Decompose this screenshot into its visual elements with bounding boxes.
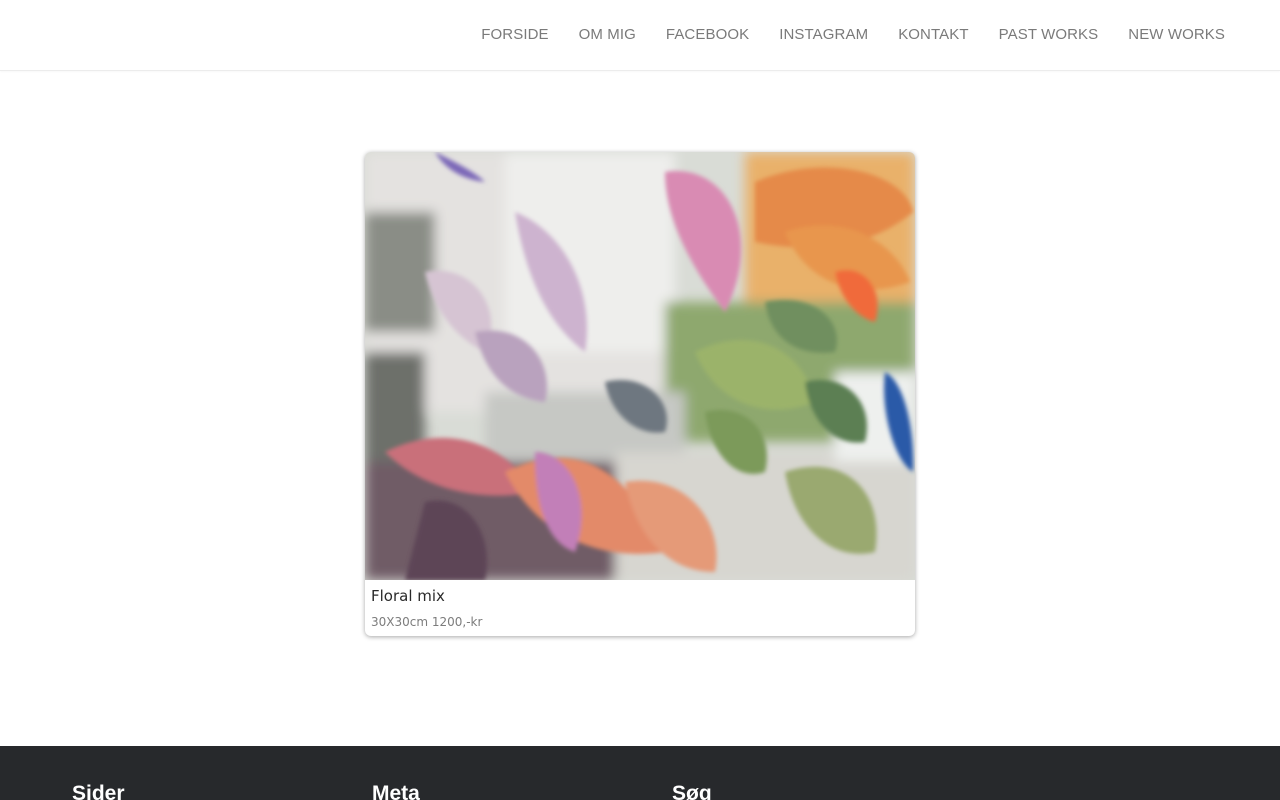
artwork-image[interactable] — [365, 152, 915, 580]
footer-heading-search: Søg — [672, 782, 712, 800]
footer-heading-sider: Sider — [72, 782, 125, 800]
nav-item-forside[interactable]: FORSIDE — [481, 0, 548, 70]
artwork-card[interactable]: Floral mix 30X30cm 1200,-kr — [365, 152, 915, 636]
site-header: FORSIDE OM MIG FACEBOOK INSTAGRAM KONTAK… — [0, 0, 1280, 71]
nav-item-om-mig[interactable]: OM MIG — [579, 0, 636, 70]
artwork-description: 30X30cm 1200,-kr — [371, 615, 483, 629]
main-nav: FORSIDE OM MIG FACEBOOK INSTAGRAM KONTAK… — [481, 0, 1225, 70]
nav-item-new-works[interactable]: NEW WORKS — [1128, 0, 1225, 70]
artwork-title: Floral mix — [371, 587, 445, 605]
site-footer: Sider Meta Søg — [0, 746, 1280, 800]
nav-item-past-works[interactable]: PAST WORKS — [999, 0, 1099, 70]
nav-item-kontakt[interactable]: KONTAKT — [898, 0, 968, 70]
nav-item-facebook[interactable]: FACEBOOK — [666, 0, 749, 70]
footer-heading-meta: Meta — [372, 782, 420, 800]
nav-item-instagram[interactable]: INSTAGRAM — [779, 0, 868, 70]
